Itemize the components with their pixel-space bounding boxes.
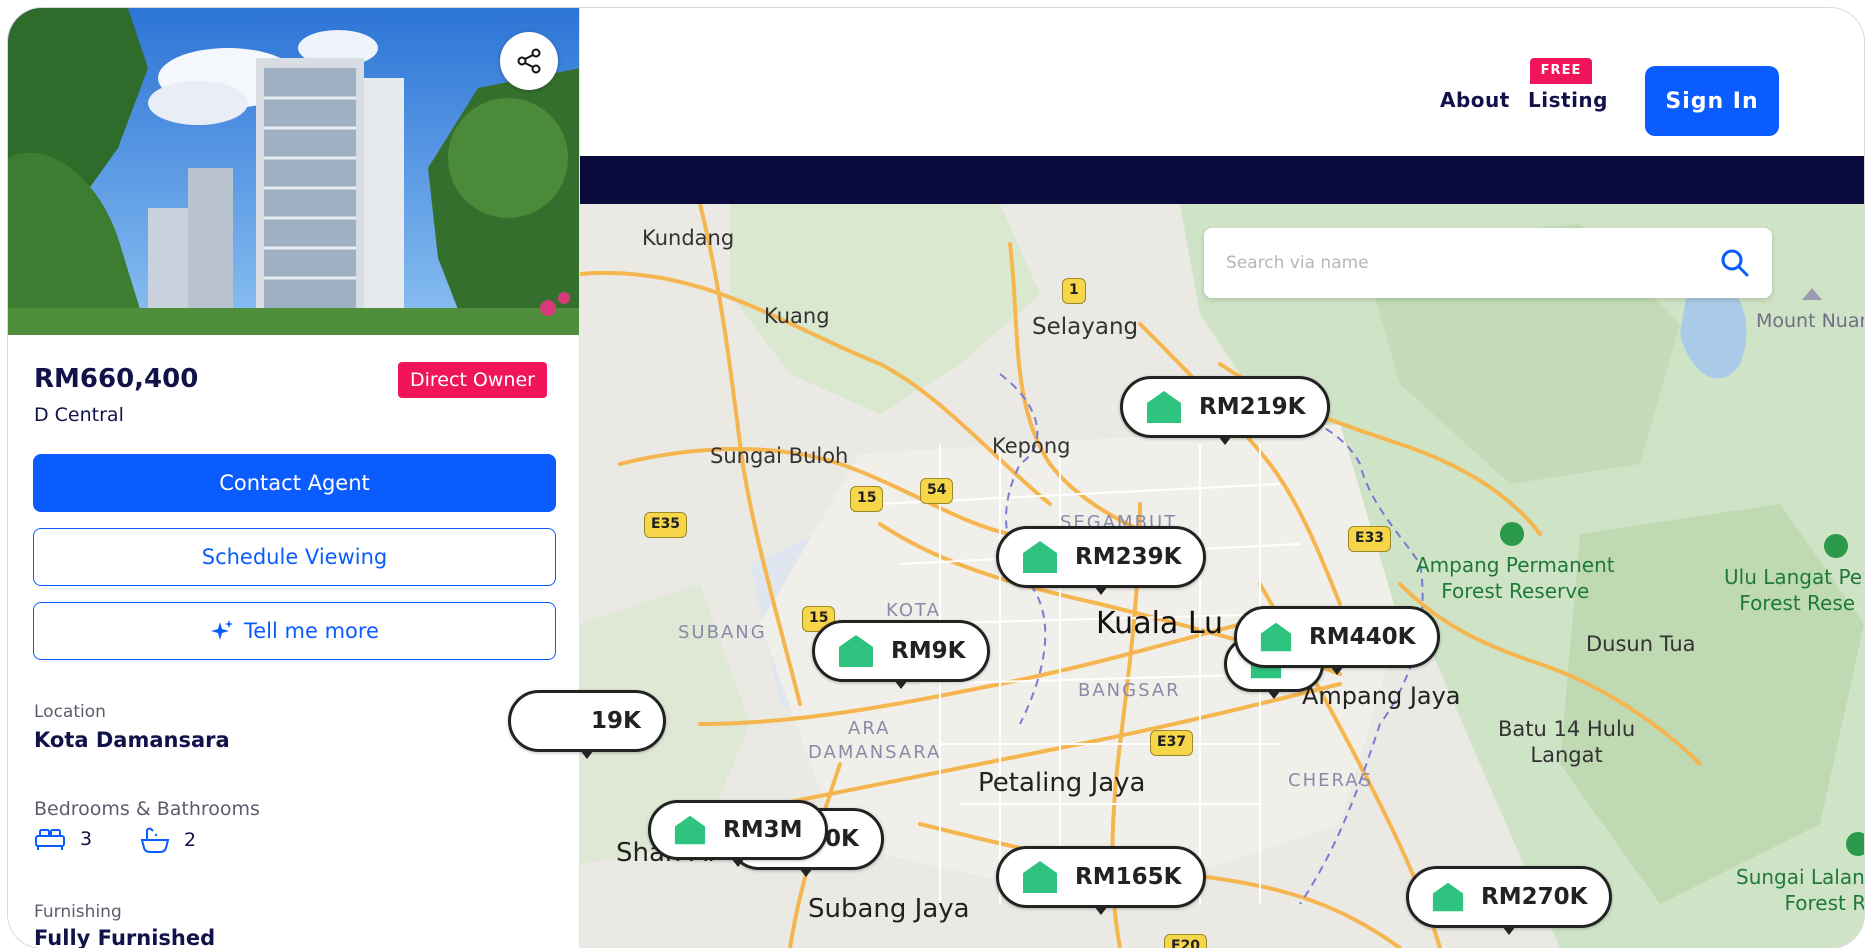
nav-bar — [580, 156, 1864, 204]
site-header: About FREE Listing Sign In — [580, 8, 1864, 156]
place-label: Sungai Buloh — [710, 444, 849, 468]
nav-about[interactable]: About — [1440, 88, 1510, 112]
location-label: Location — [34, 702, 106, 722]
tell-me-more-button[interactable]: Tell me more — [33, 602, 556, 660]
house-icon — [1260, 622, 1292, 652]
road-badge: E37 — [1150, 730, 1194, 756]
place-label: Petaling Jaya — [978, 768, 1146, 798]
house-icon — [839, 635, 873, 667]
pin-price: RM239K — [1075, 544, 1182, 570]
place-label: Ulu Langat Per Forest Rese — [1724, 565, 1864, 615]
place-label: Subang Jaya — [808, 894, 970, 924]
place-label: Ampang Jaya — [1302, 682, 1461, 710]
price-pin[interactable]: RM440K — [1234, 606, 1441, 675]
place-label: Ampang Permanent Forest Reserve — [1416, 553, 1615, 603]
bed-icon — [35, 829, 65, 850]
road-badge: 15 — [850, 486, 884, 512]
rooms-label: Bedrooms & Bathrooms — [34, 798, 260, 820]
listing-price: RM660,400 — [34, 364, 199, 394]
bathrooms-count: 2 — [140, 826, 196, 854]
sparkle-icon — [211, 620, 233, 640]
pin-price: 19K — [591, 708, 641, 734]
search-icon[interactable] — [1720, 248, 1750, 278]
bathrooms-value: 2 — [184, 829, 197, 851]
tell-me-more-label: Tell me more — [244, 619, 379, 643]
price-pin[interactable]: RM3M — [648, 800, 828, 867]
price-pin[interactable]: RM270K — [1406, 866, 1613, 935]
place-label: ARA — [848, 718, 891, 739]
search-input[interactable] — [1226, 246, 1686, 280]
price-pin[interactable]: RM219K — [1120, 376, 1331, 445]
place-label: Kuang — [764, 304, 830, 328]
place-label: Dusun Tua — [1586, 632, 1696, 656]
contact-agent-label: Contact Agent — [219, 471, 370, 495]
location-value: Kota Damansara — [34, 728, 230, 752]
bathtub-icon — [140, 827, 170, 853]
listing-name: D Central — [34, 404, 124, 426]
pin-price: RM9K — [891, 638, 966, 664]
share-icon — [517, 48, 541, 74]
price-pin[interactable]: RM9K — [812, 620, 991, 689]
house-icon — [1023, 541, 1057, 573]
direct-owner-badge: Direct Owner — [398, 362, 547, 398]
pin-price: RM219K — [1199, 394, 1306, 420]
price-pin[interactable]: RM239K — [996, 526, 1207, 595]
place-label: Kuala Lu — [1096, 606, 1224, 641]
bedrooms-count: 3 — [34, 826, 92, 852]
bedrooms-value: 3 — [80, 828, 93, 850]
place-label: KOTA — [886, 600, 941, 621]
contact-agent-button[interactable]: Contact Agent — [33, 454, 556, 512]
share-button[interactable] — [500, 32, 558, 90]
place-label: Kundang — [642, 226, 735, 250]
place-label: Sungai Lalang Forest Re — [1736, 865, 1864, 915]
property-photo-image — [8, 8, 579, 335]
pin-price: RM165K — [1075, 864, 1182, 890]
price-pin[interactable]: 19K — [508, 690, 666, 759]
listing-panel: RM660,400 Direct Owner D Central Contact… — [8, 8, 580, 948]
house-icon — [1432, 882, 1464, 912]
property-photo[interactable] — [8, 8, 579, 335]
pin-price: RM3M — [723, 817, 803, 843]
house-icon — [674, 815, 706, 845]
pin-price: RM270K — [1481, 884, 1588, 910]
place-label: DAMANSARA — [808, 742, 942, 763]
free-badge: FREE — [1530, 58, 1592, 84]
house-icon — [1147, 391, 1181, 423]
road-badge: E33 — [1348, 526, 1392, 552]
pin-price: RM440K — [1309, 624, 1416, 650]
schedule-viewing-button[interactable]: Schedule Viewing — [33, 528, 556, 586]
furnishing-label: Furnishing — [34, 902, 122, 922]
nav-listing[interactable]: Listing — [1528, 88, 1608, 112]
house-icon — [1023, 861, 1057, 893]
place-label: SUBANG — [678, 622, 767, 643]
road-badge: E35 — [644, 512, 688, 538]
map-search-box — [1204, 228, 1772, 298]
place-label: BANGSAR — [1078, 680, 1181, 701]
place-label: Kepong — [992, 434, 1071, 458]
road-badge: E20 — [1164, 934, 1208, 948]
price-pin[interactable]: RM165K — [996, 846, 1207, 915]
sign-in-button[interactable]: Sign In — [1645, 66, 1779, 136]
place-label: Selayang — [1032, 314, 1139, 340]
schedule-viewing-label: Schedule Viewing — [201, 545, 388, 569]
place-label: Mount Nuan — [1756, 310, 1864, 332]
place-label: Batu 14 Hulu Langat — [1498, 717, 1636, 767]
app-window: Kundang Kuang Selayang Sungai Buloh Kepo… — [8, 8, 1864, 948]
furnishing-value: Fully Furnished — [34, 926, 216, 948]
place-label: CHERAS — [1288, 770, 1373, 791]
road-badge: 1 — [1062, 278, 1086, 304]
road-badge: 54 — [920, 478, 954, 504]
